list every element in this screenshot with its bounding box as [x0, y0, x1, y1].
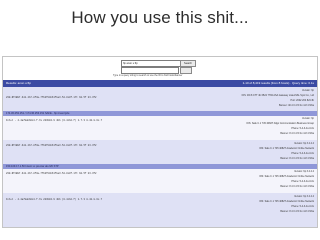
meta-ios: IOS: Safe C.1 745 4082T Academic Online … [259, 147, 314, 150]
screenshot-panel: ftp anon u:ftp Search Type in a query st… [2, 56, 318, 228]
slide-title: How you use this shit... [71, 8, 249, 27]
result-row[interactable]: Intel - 4.4a78abb0c4.f.7a 2b3b04.9 4bb (… [3, 116, 317, 140]
meta-port: Phone: 5-4-3-4x-0-0x [291, 127, 314, 130]
meta-version: Version: ftp [302, 117, 314, 120]
meta-port: Phone: 5-4-3-4x-0-0x [291, 180, 314, 183]
results-label: Results: anon u:ftp [6, 81, 32, 85]
result-row[interactable]: 230-NTCBG7.6x0.4b7.8f3a-7fbbfb4b61fba3.5… [3, 87, 317, 111]
secondary-search-input[interactable] [121, 67, 179, 74]
meta-banner: Banner: 8.4 0.4 f0 4x 4-8 4 NKa [280, 185, 314, 188]
meta-banner: Banner: 8.4 0.4 f0 4x 4-8 4 NKa [280, 210, 314, 213]
result-row[interactable]: 230-NTCBG7.6x0.4b7.8f3a-7fbbfb4b61fba3.5… [3, 169, 317, 193]
results-count: 1-10 of 8,419 results (from 8 hosts) · Q… [242, 81, 314, 85]
secondary-search-button[interactable] [180, 67, 192, 74]
meta-ios: IOS: 4f0.8 CTT 4b 6522 7784 ASA Gateway … [241, 94, 314, 97]
banner-text: Intel - 4.4a78abb0c4.f.7a 2b3b04.9 4bb (… [6, 119, 103, 122]
results-bar: Results: anon u:ftp 1-10 of 8,419 result… [3, 80, 317, 87]
banner-text: Intel - 4.4a78abb0c4.f.7a 2b3b04.9 4bb (… [6, 198, 103, 201]
result-row[interactable]: Intel - 4.4a78abb0c4.f.7a 2b3b04.9 4bb (… [3, 193, 317, 227]
banner-text: 230-NTCBG7.6x0.4b7.8f3a-7fbbfb4b61fba3.5… [6, 96, 97, 99]
result-ip-link[interactable]: 150.109.17.1.50 Intent xx pre-bar alo 9/… [6, 165, 59, 168]
meta-version: Version: ftp 3.4.4.4 [294, 170, 314, 173]
result-row[interactable]: 230-NTCBG7.6x0.4b7.8f3a-7fbbfb4b61fba3.5… [3, 140, 317, 164]
search-hint: Type in a query string to search or use … [113, 74, 183, 77]
meta-version: Version: ftp 3.4.4.4 [294, 195, 314, 198]
search-input[interactable]: ftp anon u:ftp [121, 60, 181, 67]
search-button[interactable]: Search [180, 60, 196, 67]
meta-banner: Banner: 8.4 0.4 f0 4x 4-8 4 NKa [280, 132, 314, 135]
meta-version: Version: ftp [302, 89, 314, 92]
banner-text: 230-NTCBG7.6x0.4b7.8f3a-7fbbfb4b61fba3.5… [6, 144, 97, 147]
meta-port: Port: 2002 20b 8x6.3b [290, 99, 314, 102]
meta-version: Version: ftp 3.4.4.4 [294, 142, 314, 145]
banner-text: 230-NTCBG7.6x0.4b7.8f3a-7fbbfb4b61fba3.5… [6, 172, 97, 175]
meta-port: Phone: 5-4-3-4x-0-0x [291, 152, 314, 155]
meta-port: Phone: 5-4-3-4x-0-0x [291, 205, 314, 208]
search-area: ftp anon u:ftp Search Type in a query st… [3, 57, 317, 79]
meta-ios: IOS: Safe C.1 745 4082T Allgo Communicat… [246, 122, 314, 125]
meta-banner: Banner: 40.4 0.4 f0 4x 4-8 4 NKa [279, 104, 314, 107]
meta-ios: IOS: Safe C.1 745 4082T Academic Online … [259, 200, 314, 203]
result-ip-link[interactable]: 174.36.253.151 / 174.36.253.151 SAFE - f… [6, 112, 69, 115]
meta-ios: IOS: Safe C.1 745 4082T Academic Online … [259, 175, 314, 178]
meta-banner: Banner: 8.4 0.4 f0 4x 4-8 4 NKa [280, 157, 314, 160]
